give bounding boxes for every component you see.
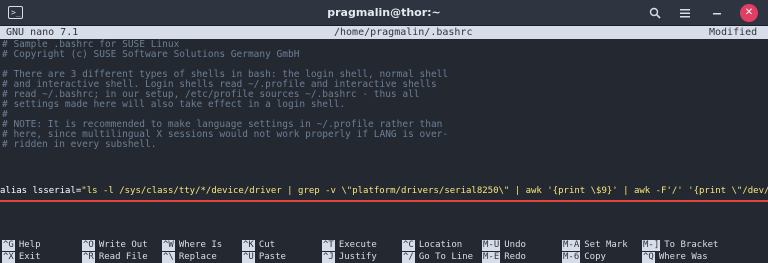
shortcut-read-file[interactable]: ^R Read File xyxy=(82,252,148,263)
editor-line: # ridden in every subshell. xyxy=(2,139,157,150)
shortcut-help[interactable]: ^G Help xyxy=(2,240,41,251)
terminal-window: >_ pragmalin@thor:~ ✕ GNU nano 7.1 /home… xyxy=(0,0,768,263)
alias-keyword: alias lsserial= xyxy=(0,186,82,196)
shortcut-undo[interactable]: M-U Undo xyxy=(482,240,526,251)
shortcut-where-is[interactable]: ^W Where Is xyxy=(162,240,222,251)
alias-line[interactable]: alias lsserial="ls -l /sys/class/tty/*/d… xyxy=(0,185,768,197)
modified-status: Modified xyxy=(709,27,758,38)
editor-line: # Copyright (c) SUSE Software Solutions … xyxy=(2,49,300,60)
shortcut-justify[interactable]: ^J Justify xyxy=(322,252,377,263)
shortcut-go-to-line[interactable]: ^/Go To Line xyxy=(402,252,473,263)
alias-value: "ls -l /sys/class/tty/*/device/driver | … xyxy=(81,186,768,196)
search-icon[interactable] xyxy=(646,4,664,22)
shortcut-bar: ^G Help ^X Exit ^O Write Out ^R Read File ^W… xyxy=(0,240,768,263)
close-icon[interactable]: ✕ xyxy=(740,4,758,22)
shortcut-copy[interactable]: M-6 Copy xyxy=(562,252,606,263)
shortcut-replace[interactable]: ^\ Replace xyxy=(162,252,217,263)
shortcut-location[interactable]: ^C Location xyxy=(402,240,462,251)
shortcut-exit[interactable]: ^X Exit xyxy=(2,252,41,263)
shortcut-write-out[interactable]: ^O Write Out xyxy=(82,240,148,251)
file-path: /home/pragmalin/.bashrc xyxy=(334,27,473,38)
shortcut-cut[interactable]: ^K Cut xyxy=(242,240,275,251)
shortcut-execute[interactable]: ^T Execute xyxy=(322,240,377,251)
shortcut-where-was[interactable]: ^Q Where Was xyxy=(642,252,708,263)
highlight-underline xyxy=(0,200,768,202)
shortcut-paste[interactable]: ^U Paste xyxy=(242,252,286,263)
title-bar: >_ pragmalin@thor:~ ✕ xyxy=(0,0,768,26)
nano-header-bar: GNU nano 7.1 /home/pragmalin/.bashrc Mod… xyxy=(0,26,768,39)
shortcut-set-mark[interactable]: M-A Set Mark xyxy=(562,240,628,251)
nano-version: GNU nano 7.1 xyxy=(6,27,79,38)
shortcut-to-bracket[interactable]: M-] To Bracket xyxy=(642,240,718,251)
shortcut-redo[interactable]: M-E Redo xyxy=(482,252,526,263)
minimize-icon[interactable] xyxy=(708,4,726,22)
menu-icon[interactable] xyxy=(676,4,694,22)
editor-line: # settings made here will also take effe… xyxy=(2,99,346,110)
editor-area[interactable]: # Sample .bashrc for SUSE Linux # Copyri… xyxy=(0,40,768,210)
